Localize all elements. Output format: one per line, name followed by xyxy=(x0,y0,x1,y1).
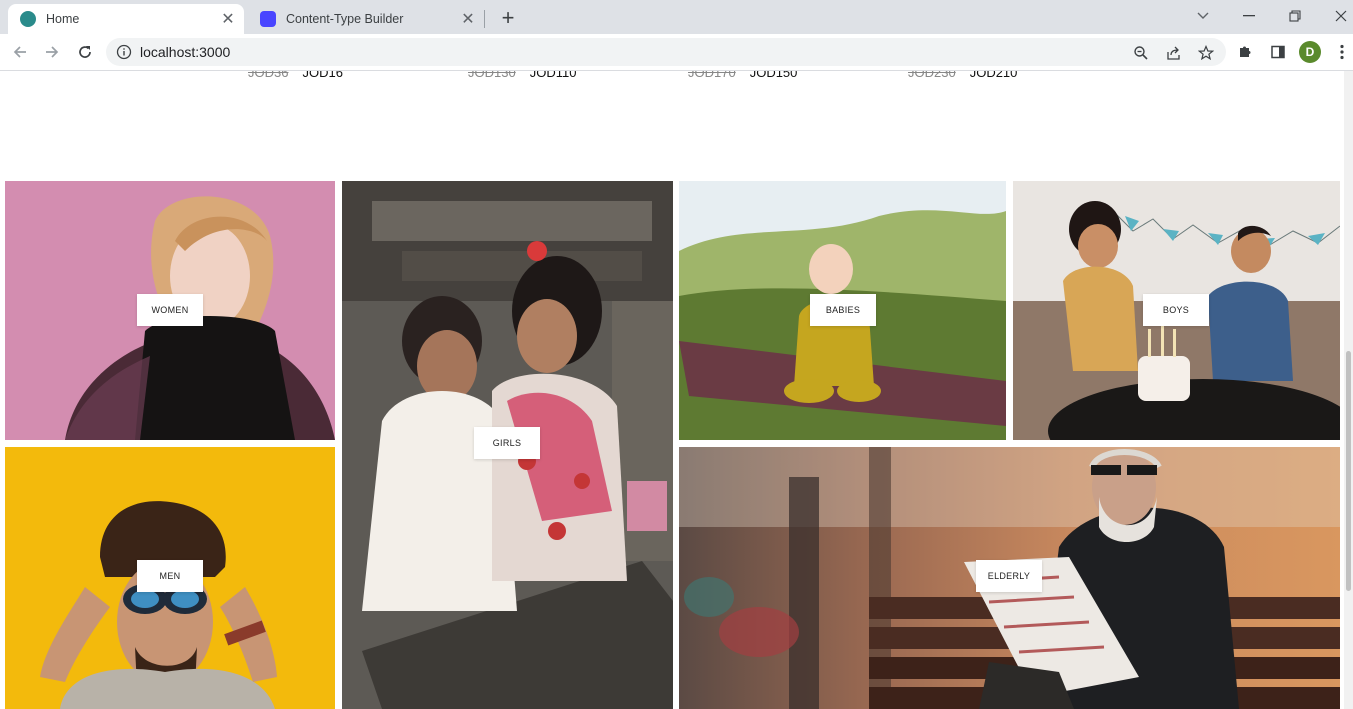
tab-divider xyxy=(484,10,485,28)
product-price: JOD36 JOD16 xyxy=(248,71,343,85)
page-viewport: JOD36 JOD16 JOD130 JOD110 JOD170 JOD150 … xyxy=(0,71,1344,709)
original-price: JOD130 xyxy=(468,71,516,80)
menu-kebab-icon[interactable] xyxy=(1331,41,1353,63)
original-price: JOD230 xyxy=(908,71,956,80)
browser-toolbar: localhost:3000 D xyxy=(0,34,1353,71)
tab-content-type-builder[interactable]: Content-Type Builder ✕ xyxy=(248,4,484,34)
category-label: ELDERLY xyxy=(976,560,1042,592)
original-price: JOD36 xyxy=(248,71,289,80)
product-price: JOD170 JOD150 xyxy=(688,71,797,85)
share-icon[interactable] xyxy=(1164,43,1184,63)
sale-price: JOD150 xyxy=(749,71,798,80)
category-tile-babies[interactable]: BABIES xyxy=(679,181,1006,440)
close-tab-icon[interactable]: ✕ xyxy=(218,9,238,29)
side-panel-icon[interactable] xyxy=(1267,41,1289,63)
tab-home[interactable]: Home ✕ xyxy=(8,4,244,34)
product-price: JOD230 JOD210 xyxy=(908,71,1017,85)
sale-price: JOD16 xyxy=(302,71,343,80)
original-price: JOD170 xyxy=(688,71,736,80)
forward-arrow-icon[interactable] xyxy=(39,39,65,65)
bookmark-star-icon[interactable] xyxy=(1196,43,1216,63)
category-label: BOYS xyxy=(1143,294,1209,326)
tab-title: Content-Type Builder xyxy=(286,12,404,26)
category-label: WOMEN xyxy=(137,294,203,326)
page-scrollbar[interactable] xyxy=(1344,71,1353,709)
category-tile-girls[interactable]: GIRLS xyxy=(342,181,673,709)
sale-price: JOD110 xyxy=(529,71,577,80)
zoom-icon[interactable] xyxy=(1131,43,1151,63)
extensions-puzzle-icon[interactable] xyxy=(1234,41,1256,63)
profile-avatar[interactable]: D xyxy=(1299,41,1321,63)
restore-icon[interactable] xyxy=(1280,4,1310,28)
close-window-icon[interactable] xyxy=(1326,4,1353,28)
strapi-favicon-icon xyxy=(260,11,276,27)
back-arrow-icon[interactable] xyxy=(7,39,33,65)
scrollbar-thumb[interactable] xyxy=(1346,351,1351,591)
sale-price: JOD210 xyxy=(969,71,1018,80)
category-label: BABIES xyxy=(810,294,876,326)
minimize-icon[interactable] xyxy=(1234,4,1264,28)
category-tile-men[interactable]: MEN xyxy=(5,447,335,709)
address-bar[interactable]: localhost:3000 xyxy=(106,38,1226,66)
site-info-icon[interactable] xyxy=(116,44,132,60)
new-tab-button[interactable]: + xyxy=(496,5,520,30)
product-price: JOD130 JOD110 xyxy=(468,71,576,85)
category-tile-women[interactable]: WOMEN xyxy=(5,181,335,440)
tab-search-chevron-icon[interactable] xyxy=(1188,4,1218,28)
category-label: GIRLS xyxy=(474,427,540,459)
tab-title: Home xyxy=(46,12,80,26)
tab-strip: Home ✕ Content-Type Builder ✕ + xyxy=(0,0,1353,34)
category-tile-elderly[interactable]: ELDERLY xyxy=(679,447,1340,709)
reload-icon[interactable] xyxy=(72,39,98,65)
close-tab-icon[interactable]: ✕ xyxy=(458,9,478,29)
category-tile-boys[interactable]: BOYS xyxy=(1013,181,1340,440)
url-text: localhost:3000 xyxy=(140,44,231,60)
category-label: MEN xyxy=(137,560,203,592)
site-favicon-icon xyxy=(20,11,36,27)
